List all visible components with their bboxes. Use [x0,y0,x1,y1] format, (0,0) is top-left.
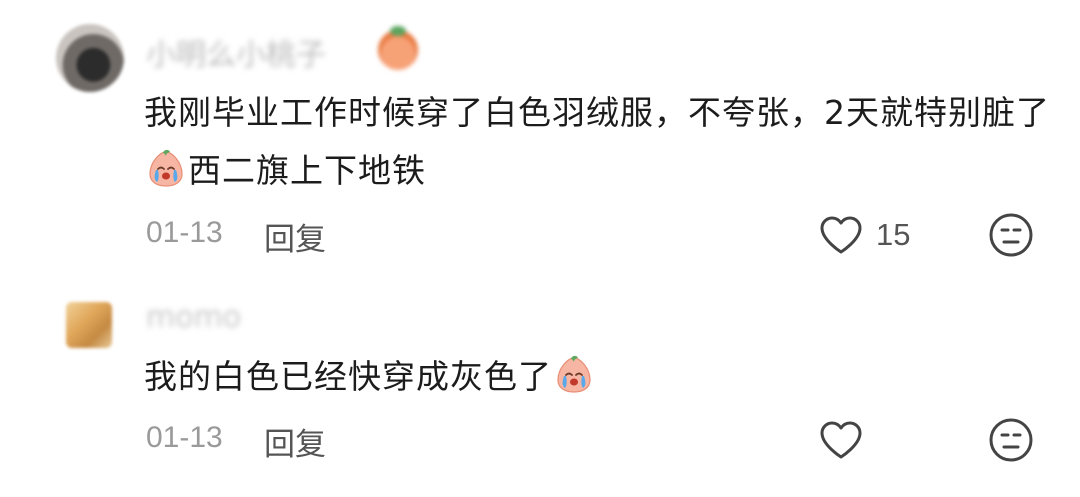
comment-text-part: 我刚毕业工作时候穿了白色羽绒服，不夸张，2天就特别脏了 [144,93,1050,132]
comment-text: 我刚毕业工作时候穿了白色羽绒服，不夸张，2天就特别脏了 西二旗上下地铁 [144,84,1054,200]
comment-footer: 01-13 回复 [146,415,1050,465]
comment-text-part: 我的白色已经快穿成灰色了 [144,357,552,396]
comment-text-part: 西二旗上下地铁 [188,151,426,190]
like-count: 15 [876,217,911,252]
avatar[interactable] [56,24,124,92]
comment-item: 小明么小桃子 我刚毕业工作时候穿了白色羽绒服，不夸张，2天就特别脏了 西二旗上下… [0,0,1080,270]
heart-icon [818,419,864,461]
comment-footer: 01-13 回复 15 [146,210,1050,260]
username[interactable]: momo [146,300,241,335]
reply-button[interactable]: 回复 [264,419,326,464]
username[interactable]: 小明么小桃子 [146,30,326,74]
reply-button[interactable]: 回复 [264,214,326,259]
peach-badge-icon [378,26,418,70]
dislike-button[interactable] [988,212,1034,258]
avatar[interactable] [66,302,112,348]
like-button[interactable]: 15 [818,210,910,260]
dislike-button[interactable] [988,417,1034,463]
comment-item: momo 我的白色已经快穿成灰色了 01-13 回复 [0,280,1080,497]
crying-peach-emoji-icon [146,148,186,188]
neutral-face-icon [988,417,1034,463]
crying-peach-emoji-icon [554,354,594,394]
timestamp: 01-13 [146,421,223,454]
neutral-face-icon [988,212,1034,258]
timestamp: 01-13 [146,216,223,249]
heart-icon [818,214,864,256]
like-button[interactable] [818,415,864,465]
comment-text: 我的白色已经快穿成灰色了 [144,348,1054,406]
